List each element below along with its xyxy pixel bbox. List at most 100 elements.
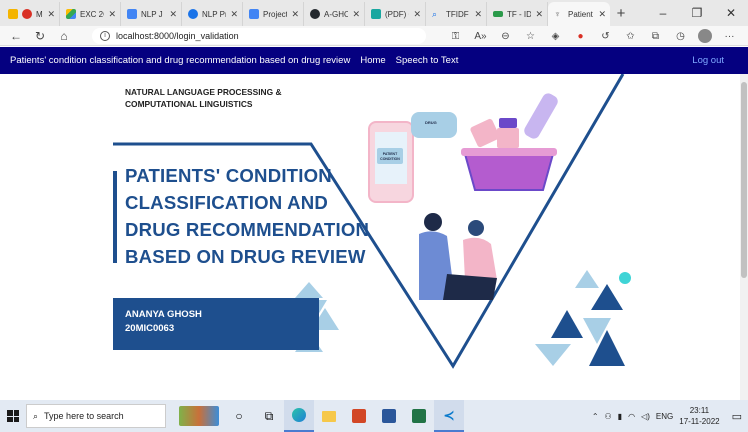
collections-icon[interactable]: ⧉ [643, 31, 668, 42]
close-tab-icon[interactable]: ✕ [413, 9, 421, 20]
tab-strip: M ✕ EXC 2C ✕ NLP J P ✕ NLP Pr ✕ Project … [0, 0, 748, 26]
blister-pack-icon [470, 118, 500, 148]
search-icon: ⌕ [33, 410, 39, 421]
windows-icon [7, 410, 19, 422]
docs-icon [249, 9, 259, 19]
vscode-icon[interactable]: ≺ [434, 400, 464, 432]
wifi-icon[interactable]: ◠ [628, 412, 635, 421]
django-icon: ♆ [554, 9, 561, 19]
tab-label: (PDF) C [385, 9, 409, 19]
profile-avatar[interactable] [698, 29, 712, 43]
tab-label: TFIDF E [446, 9, 470, 19]
language-indicator[interactable]: ENG [656, 412, 673, 421]
extension-red-icon[interactable]: ● [568, 31, 593, 42]
maximize-button[interactable]: ❐ [680, 0, 714, 26]
back-icon[interactable]: ← [4, 29, 28, 43]
favorite-add-icon[interactable]: ☆ [518, 31, 543, 42]
browser-tab[interactable]: M ✕ [0, 2, 60, 26]
title-slide-image: NATURAL LANGUAGE PROCESSING & COMPUTATIO… [113, 74, 633, 370]
notifications-icon[interactable]: ▭ [732, 410, 742, 423]
clock[interactable]: 23:11 17-11-2022 [679, 405, 719, 427]
basket-icon [463, 153, 555, 191]
window-controls: – ❐ ✕ [646, 0, 748, 26]
file-explorer-icon[interactable] [314, 400, 344, 432]
browser-tab[interactable]: A-GHO ✕ [304, 2, 365, 26]
more-menu-icon[interactable]: ··· [717, 31, 742, 42]
browser-tab-active[interactable]: ♆ Patient ✕ [548, 2, 610, 26]
patient-head-icon [468, 220, 484, 236]
favorites-icon[interactable]: ✩ [618, 31, 643, 42]
taskbar-search[interactable]: ⌕ Type here to search [26, 404, 166, 428]
browser-tab[interactable]: ⌕ TFIDF E ✕ [426, 2, 487, 26]
basket-rim [461, 148, 557, 156]
close-tab-icon[interactable]: ✕ [47, 9, 55, 20]
tab-label: M [36, 9, 43, 19]
dot-shape [619, 272, 631, 284]
browser-tab[interactable]: NLP Pr ✕ [182, 2, 243, 26]
close-tab-icon[interactable]: ✕ [291, 9, 299, 20]
start-button[interactable] [0, 400, 26, 432]
close-tab-icon[interactable]: ✕ [535, 9, 543, 20]
system-tray: ⌃ ⚇ ▮ ◠ ◁) ENG 23:11 17-11-2022 ▭ [592, 400, 742, 432]
title-accent-bar [113, 171, 117, 263]
tab-label: NLP J P [141, 9, 165, 19]
close-tab-icon[interactable]: ✕ [169, 9, 177, 20]
tab-label: EXC 2C [80, 9, 104, 19]
refresh-extension-icon[interactable]: ↺ [593, 31, 618, 42]
refresh-icon[interactable]: ↻ [28, 29, 52, 43]
key-icon[interactable]: ⚿ [443, 31, 468, 42]
nav-link-home[interactable]: Home [360, 55, 385, 66]
page-scrollbar[interactable] [740, 74, 748, 400]
battery-icon[interactable]: ▮ [618, 412, 622, 421]
tab-label: Patient [568, 9, 593, 19]
cortana-icon[interactable]: ○ [224, 400, 254, 432]
navbar-brand[interactable]: Patients' condition classification and d… [10, 55, 350, 66]
chevron-up-icon[interactable]: ⌃ [592, 412, 599, 421]
close-tab-icon[interactable]: ✕ [352, 9, 360, 20]
site-icon [493, 11, 503, 17]
author-id: 20MIC0063 [125, 323, 175, 334]
globe-icon [188, 9, 198, 19]
close-tab-icon[interactable]: ✕ [230, 9, 238, 20]
close-tab-icon[interactable]: ✕ [474, 9, 482, 20]
excel-icon[interactable] [404, 400, 434, 432]
edge-icon[interactable] [284, 400, 314, 432]
home-icon[interactable]: ⌂ [52, 29, 76, 43]
kicker-line: COMPUTATIONAL LINGUISTICS [125, 99, 253, 109]
new-tab-button[interactable]: + [610, 2, 632, 26]
powerpoint-icon[interactable] [344, 400, 374, 432]
nav-link-speech-to-text[interactable]: Speech to Text [396, 55, 459, 66]
browser-tab[interactable]: EXC 2C ✕ [60, 2, 121, 26]
zoom-icon[interactable]: ⊖ [493, 31, 518, 42]
extension-icon[interactable]: ◈ [543, 31, 568, 42]
volume-icon[interactable]: ◁) [641, 412, 650, 421]
search-icon: ⌕ [432, 9, 438, 19]
history-icon[interactable]: ◷ [668, 31, 693, 42]
taskbar-apps: ○ ⧉ ≺ [174, 400, 464, 432]
phone-label: PATIENT CONDITION [380, 152, 400, 161]
speech-bubble-label: DRUG [425, 120, 437, 125]
slide-title: PATIENTS' CONDITION CLASSIFICATION AND D… [125, 162, 369, 270]
logout-link[interactable]: Log out [692, 55, 724, 66]
news-widget-icon[interactable] [174, 400, 224, 432]
network-icon[interactable]: ⚇ [605, 412, 612, 421]
browser-tab[interactable]: TF - IDF ✕ [487, 2, 548, 26]
browser-tab[interactable]: Project ✕ [243, 2, 304, 26]
author-block: ANANYA GHOSH 20MIC0063 [125, 308, 202, 336]
read-aloud-icon[interactable]: A» [468, 31, 493, 42]
close-tab-icon[interactable]: ✕ [598, 9, 606, 20]
site-info-icon[interactable]: i [100, 31, 110, 41]
word-icon[interactable] [374, 400, 404, 432]
browser-tab[interactable]: NLP J P ✕ [121, 2, 182, 26]
tab-label: TF - IDF [507, 9, 532, 19]
address-bar[interactable]: i localhost:8000/login_validation [92, 28, 426, 44]
title-line: BASED ON DRUG REVIEW [125, 246, 366, 267]
scrollbar-thumb[interactable] [741, 82, 747, 278]
speech-bubble-shape [411, 112, 457, 138]
task-view-icon[interactable]: ⧉ [254, 400, 284, 432]
close-tab-icon[interactable]: ✕ [108, 9, 116, 20]
minimize-button[interactable]: – [646, 0, 680, 26]
drive-icon [66, 9, 76, 19]
close-window-button[interactable]: ✕ [714, 0, 748, 26]
browser-tab[interactable]: (PDF) C ✕ [365, 2, 426, 26]
